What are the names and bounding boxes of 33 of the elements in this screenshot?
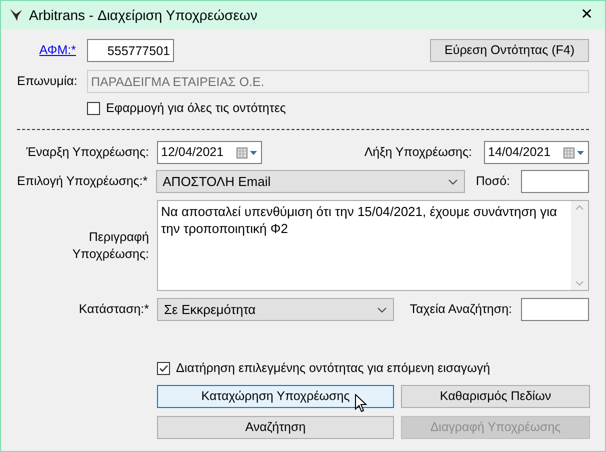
amount-field[interactable] — [521, 170, 589, 193]
bird-icon — [9, 8, 23, 22]
calendar-icon[interactable] — [563, 146, 585, 158]
tax-id-link[interactable]: ΑΦΜ:* — [39, 43, 76, 58]
find-entity-button[interactable]: Εύρεση Οντότητας (F4) — [430, 39, 589, 62]
company-name-label: Επωνυμία: — [17, 73, 76, 90]
chevron-down-icon — [448, 178, 458, 184]
apply-all-label: Εφαρμογή για όλες τις οντότητες — [106, 100, 286, 117]
tax-id-field[interactable]: 555777501 — [87, 39, 174, 62]
keep-entity-label: Διατήρηση επιλεγμένης οντότητας για επόμενη εισαγωγή — [176, 360, 490, 377]
action-button[interactable]: Καθαρισμός Πεδίων — [401, 385, 590, 408]
end-date-label: Λήξη Υποχρέωσης: — [363, 144, 472, 162]
action-button[interactable]: Αναζήτηση — [157, 416, 394, 439]
action-button[interactable]: Καταχώρηση Υποχρέωσης — [157, 385, 394, 408]
status-label: Κατάσταση:* — [78, 301, 149, 318]
quick-search-field[interactable] — [521, 298, 589, 321]
checkbox[interactable] — [87, 102, 100, 114]
quick-search-label: Ταχεία Αναζήτηση: — [408, 301, 512, 318]
mouse-cursor-icon — [355, 394, 367, 413]
close-button[interactable]: ✕ — [577, 4, 597, 26]
date-field[interactable]: 12/04/2021 — [157, 141, 262, 164]
calendar-icon[interactable] — [236, 146, 258, 158]
description-field[interactable]: Να αποσταλεί υπενθύμιση ότι την 15/04/2021, έχουμε συνάντηση για την τροποποιητική Φ2 — [157, 200, 589, 291]
chevron-down-icon — [377, 306, 387, 312]
checkbox[interactable] — [157, 362, 170, 374]
amount-label: Ποσό: — [474, 173, 510, 190]
date-field[interactable]: 14/04/2021 — [484, 141, 589, 164]
window-title: Arbitrans - Διαχείριση Υποχρεώσεων — [29, 6, 258, 25]
obligation-label: Επιλογή Υποχρέωσης:* — [17, 173, 148, 190]
dropdown[interactable]: Σε Εκκρεμότητα — [157, 298, 394, 321]
start-date-label: Έναρξη Υποχρέωσης: — [25, 144, 149, 162]
dropdown[interactable]: ΑΠΟΣΤΟΛΗ Email — [156, 170, 465, 193]
description-label: Περιγραφή Υποχρέωσης: — [71, 228, 149, 262]
